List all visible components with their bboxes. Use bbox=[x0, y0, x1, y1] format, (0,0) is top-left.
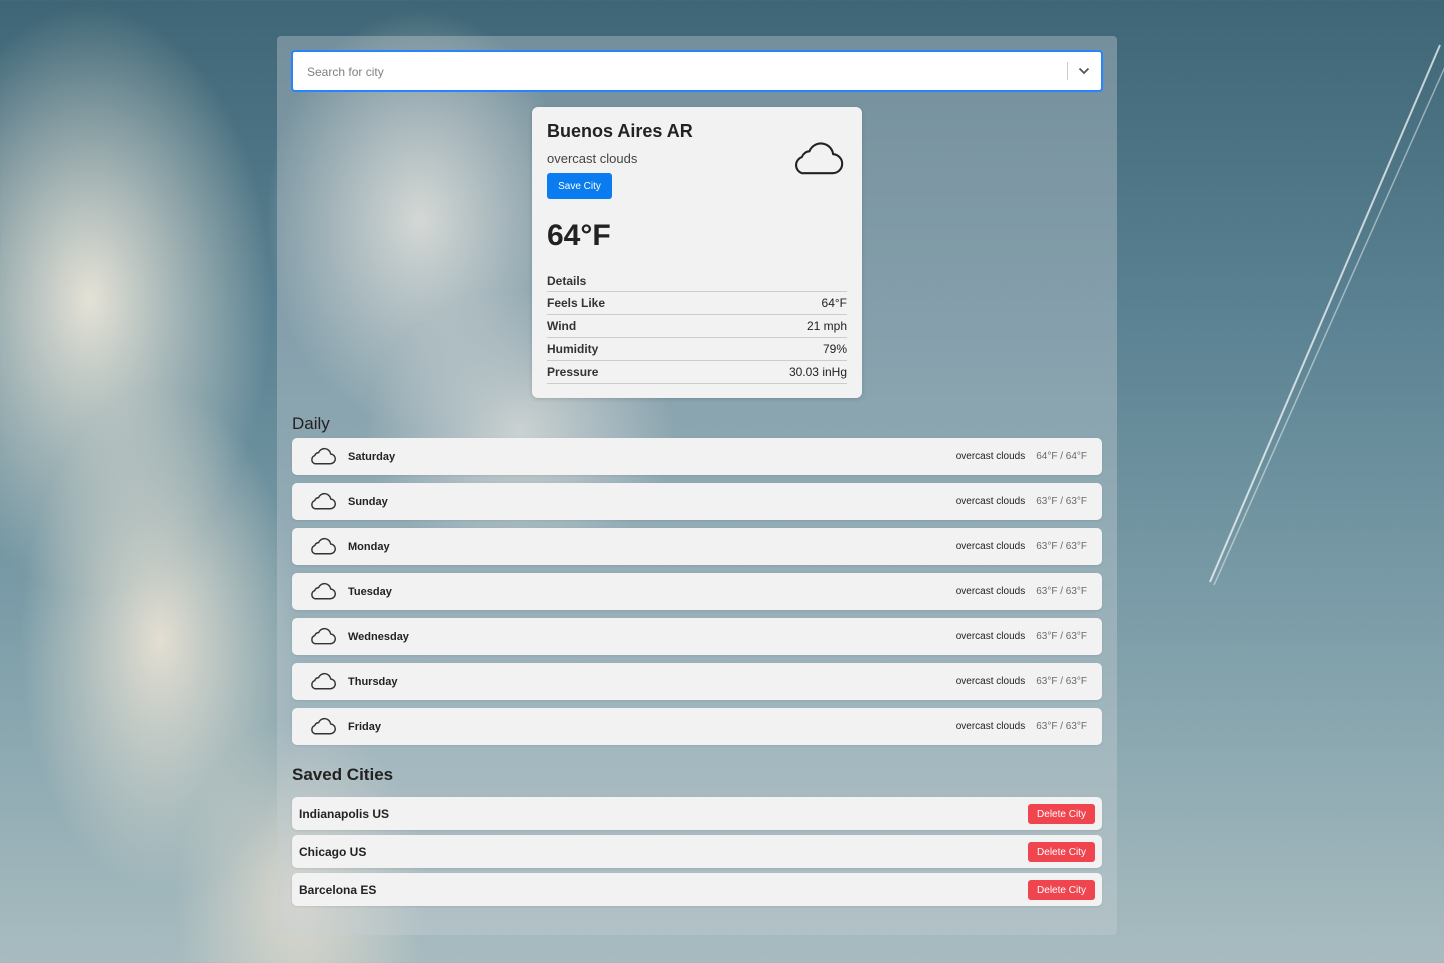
daily-forecast-list: Saturday overcast clouds 64°F / 64°F Sund… bbox=[292, 438, 1102, 753]
forecast-day-row[interactable]: Friday overcast clouds 63°F / 63°F bbox=[292, 708, 1102, 745]
forecast-day-row[interactable]: Thursday overcast clouds 63°F / 63°F bbox=[292, 663, 1102, 700]
forecast-day-row[interactable]: Saturday overcast clouds 64°F / 64°F bbox=[292, 438, 1102, 475]
cloud-icon bbox=[309, 626, 336, 651]
city-search-select[interactable] bbox=[291, 50, 1103, 92]
chevron-down-icon[interactable] bbox=[1073, 60, 1095, 82]
detail-value: 64°F bbox=[821, 296, 847, 310]
day-temps: 64°F / 64°F bbox=[1036, 451, 1087, 462]
day-description: overcast clouds bbox=[955, 631, 1026, 642]
forecast-day-row[interactable]: Wednesday overcast clouds 63°F / 63°F bbox=[292, 618, 1102, 655]
detail-row-pressure: Pressure 30.03 inHg bbox=[547, 361, 847, 384]
save-city-button[interactable]: Save City bbox=[547, 173, 612, 199]
detail-label: Pressure bbox=[547, 365, 599, 379]
detail-value: 21 mph bbox=[806, 319, 847, 333]
day-temps: 63°F / 63°F bbox=[1036, 631, 1087, 642]
saved-city-row[interactable]: Chicago US Delete City bbox=[292, 835, 1102, 868]
saved-city-name[interactable]: Barcelona ES bbox=[299, 883, 376, 897]
delete-city-button[interactable]: Delete City bbox=[1028, 804, 1095, 824]
current-weather-description: overcast clouds bbox=[547, 151, 638, 166]
day-description: overcast clouds bbox=[955, 496, 1026, 507]
cloud-icon bbox=[309, 536, 336, 561]
current-temperature: 64°F bbox=[547, 219, 611, 252]
detail-row-humidity: Humidity 79% bbox=[547, 338, 847, 361]
cloud-icon bbox=[309, 446, 336, 471]
day-description: overcast clouds bbox=[955, 676, 1026, 687]
saved-cities-heading: Saved Cities bbox=[292, 765, 394, 784]
current-weather-card: Buenos Aires AR overcast clouds Save Cit… bbox=[532, 107, 862, 398]
day-name: Sunday bbox=[348, 496, 388, 508]
day-temps: 63°F / 63°F bbox=[1036, 586, 1087, 597]
day-temps: 63°F / 63°F bbox=[1036, 721, 1087, 732]
cloud-icon bbox=[309, 671, 336, 696]
day-description: overcast clouds bbox=[955, 541, 1026, 552]
search-input[interactable] bbox=[305, 52, 1049, 92]
saved-city-row[interactable]: Indianapolis US Delete City bbox=[292, 797, 1102, 830]
day-name: Tuesday bbox=[348, 586, 392, 598]
contrail-decoration bbox=[1209, 44, 1444, 586]
daily-heading: Daily bbox=[292, 414, 330, 433]
detail-value: 30.03 inHg bbox=[788, 365, 847, 379]
day-description: overcast clouds bbox=[955, 721, 1026, 732]
day-temps: 63°F / 63°F bbox=[1036, 541, 1087, 552]
delete-city-button[interactable]: Delete City bbox=[1028, 842, 1095, 862]
forecast-day-row[interactable]: Tuesday overcast clouds 63°F / 63°F bbox=[292, 573, 1102, 610]
day-name: Thursday bbox=[348, 676, 398, 688]
day-temps: 63°F / 63°F bbox=[1036, 496, 1087, 507]
search-separator bbox=[1067, 62, 1068, 80]
cloud-icon bbox=[309, 581, 336, 606]
forecast-day-row[interactable]: Monday overcast clouds 63°F / 63°F bbox=[292, 528, 1102, 565]
day-name: Wednesday bbox=[348, 631, 409, 643]
weather-panel: Buenos Aires AR overcast clouds Save Cit… bbox=[277, 36, 1117, 935]
saved-cities-list: Indianapolis US Delete City Chicago US D… bbox=[292, 797, 1102, 911]
details-heading: Details bbox=[547, 274, 587, 288]
forecast-day-row[interactable]: Sunday overcast clouds 63°F / 63°F bbox=[292, 483, 1102, 520]
detail-row-wind: Wind 21 mph bbox=[547, 315, 847, 338]
saved-city-name[interactable]: Indianapolis US bbox=[299, 807, 389, 821]
day-description: overcast clouds bbox=[955, 586, 1026, 597]
cloud-icon bbox=[309, 716, 336, 741]
saved-city-row[interactable]: Barcelona ES Delete City bbox=[292, 873, 1102, 906]
day-temps: 63°F / 63°F bbox=[1036, 676, 1087, 687]
cloud-icon bbox=[790, 139, 844, 182]
day-name: Monday bbox=[348, 541, 390, 553]
detail-label: Feels Like bbox=[547, 296, 606, 310]
day-name: Saturday bbox=[348, 451, 396, 463]
saved-city-name[interactable]: Chicago US bbox=[299, 845, 366, 859]
cloud-icon bbox=[309, 491, 336, 516]
details-list: Feels Like 64°F Wind 21 mph Humidity 79%… bbox=[547, 291, 847, 384]
detail-label: Humidity bbox=[547, 342, 599, 356]
detail-row-feels-like: Feels Like 64°F bbox=[547, 292, 847, 315]
day-name: Friday bbox=[348, 721, 382, 733]
current-city-name: Buenos Aires AR bbox=[547, 121, 693, 141]
detail-label: Wind bbox=[547, 319, 577, 333]
delete-city-button[interactable]: Delete City bbox=[1028, 880, 1095, 900]
day-description: overcast clouds bbox=[955, 451, 1026, 462]
detail-value: 79% bbox=[822, 342, 847, 356]
